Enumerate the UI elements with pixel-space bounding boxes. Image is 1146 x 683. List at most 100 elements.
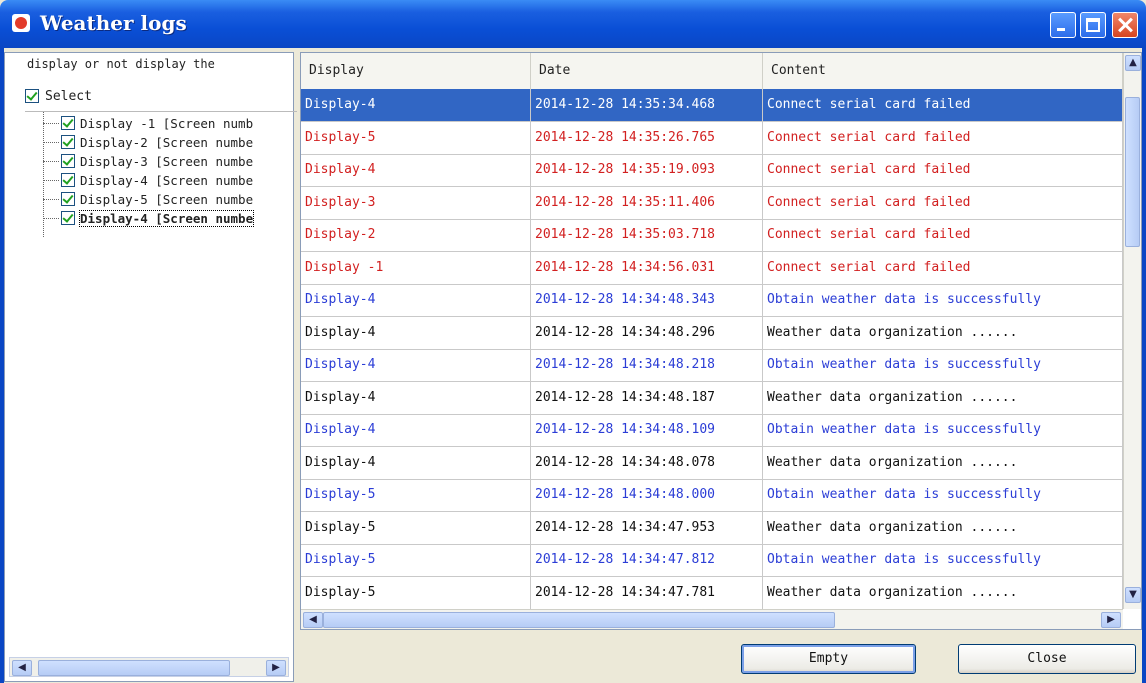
tree-item-display-4[interactable]: Display-4 [Screen numbe: [42, 171, 254, 189]
cell-content: Obtain weather data is successfully: [763, 479, 1123, 511]
column-header-display[interactable]: Display: [301, 53, 531, 89]
cell-content: Connect serial card failed: [763, 219, 1123, 251]
table-row[interactable]: Display-2 2014-12-28 14:35:03.718 Connect …: [301, 219, 1123, 252]
cell-date: 2014-12-28 14:35:26.765: [531, 121, 763, 154]
scroll-up-icon[interactable]: ▲: [1125, 55, 1141, 71]
cell-display: Display-4: [301, 89, 531, 121]
cell-display: Display-4: [301, 154, 531, 186]
scroll-left-icon[interactable]: ◀: [303, 612, 323, 628]
select-all-checkbox[interactable]: [25, 89, 39, 103]
tree-item-display-5[interactable]: Display-5 [Screen numbe: [42, 190, 254, 208]
table-row[interactable]: Display-5 2014-12-28 14:34:47.953 Weather …: [301, 511, 1123, 545]
cell-content: Connect serial card failed: [763, 186, 1123, 219]
empty-button[interactable]: Empty: [741, 644, 916, 674]
table-row[interactable]: Display-4 2014-12-28 14:34:48.343 Obtain w…: [301, 284, 1123, 317]
cell-date: 2014-12-28 14:35:19.093: [531, 154, 763, 186]
cell-date: 2014-12-28 14:34:48.343: [531, 284, 763, 316]
scroll-right-icon[interactable]: ▶: [1101, 612, 1121, 628]
cell-date: 2014-12-28 14:34:47.812: [531, 544, 763, 576]
tree-item-display-2[interactable]: Display-2 [Screen numbe: [42, 133, 254, 151]
display-filter-panel: display or not display the Select Displa…: [4, 52, 297, 682]
cell-date: 2014-12-28 14:34:47.953: [531, 511, 763, 544]
cell-display: Display-4: [301, 316, 531, 349]
table-row[interactable]: Display -1 2014-12-28 14:34:56.031 Connect…: [301, 251, 1123, 285]
table-row[interactable]: Display-5 2014-12-28 14:34:47.812 Obtain w…: [301, 544, 1123, 577]
cell-display: Display-5: [301, 479, 531, 511]
tree-item-display-3[interactable]: Display-3 [Screen numbe: [42, 152, 254, 170]
cell-content: Weather data organization ......: [763, 381, 1123, 414]
display-checkbox[interactable]: [61, 135, 75, 149]
table-row[interactable]: Display-4 2014-12-28 14:35:19.093 Connect …: [301, 154, 1123, 187]
table-row[interactable]: Display-4 2014-12-28 14:34:48.296 Weather …: [301, 316, 1123, 350]
tree-item-display-4-selected[interactable]: Display-4 [Screen numbe: [42, 209, 255, 227]
table-row[interactable]: Display-5 2014-12-28 14:34:48.000 Obtain w…: [301, 479, 1123, 512]
select-all-row[interactable]: Select: [25, 85, 92, 107]
tree-item-label: Display -1 [Screen numb: [80, 115, 254, 131]
cell-display: Display-5: [301, 511, 531, 544]
column-header-content[interactable]: Content: [763, 53, 1123, 89]
cell-date: 2014-12-28 14:35:34.468: [531, 89, 763, 121]
cell-display: Display-4: [301, 414, 531, 446]
table-row[interactable]: Display-4 2014-12-28 14:34:48.109 Obtain w…: [301, 414, 1123, 447]
maximize-button[interactable]: [1080, 12, 1106, 38]
cell-date: 2014-12-28 14:34:48.109: [531, 414, 763, 446]
scrollbar-thumb[interactable]: [323, 612, 835, 628]
cell-display: Display-4: [301, 349, 531, 381]
cell-date: 2014-12-28 14:34:56.031: [531, 251, 763, 284]
display-checkbox[interactable]: [61, 192, 75, 206]
scrollbar-thumb[interactable]: [38, 660, 230, 676]
table-row[interactable]: Display-5 2014-12-28 14:35:26.765 Connect …: [301, 121, 1123, 155]
close-window-button[interactable]: [1112, 12, 1138, 38]
cell-content: Obtain weather data is successfully: [763, 414, 1123, 446]
close-button[interactable]: Close: [958, 644, 1136, 674]
cell-display: Display-5: [301, 544, 531, 576]
display-checkbox[interactable]: [61, 173, 75, 187]
minimize-button[interactable]: [1050, 12, 1076, 38]
table-row[interactable]: Display-4 2014-12-28 14:34:48.187 Weather …: [301, 381, 1123, 415]
title-bar[interactable]: Weather logs: [0, 0, 1146, 48]
cell-date: 2014-12-28 14:35:11.406: [531, 186, 763, 219]
app-icon: [12, 14, 30, 32]
cell-date: 2014-12-28 14:34:48.000: [531, 479, 763, 511]
column-header-date[interactable]: Date: [531, 53, 763, 89]
select-all-label: Select: [45, 88, 92, 104]
cell-display: Display-4: [301, 381, 531, 414]
cell-date: 2014-12-28 14:34:48.218: [531, 349, 763, 381]
cell-content: Connect serial card failed: [763, 89, 1123, 121]
display-checkbox[interactable]: [61, 116, 75, 130]
left-horizontal-scrollbar[interactable]: ◀ ▶: [9, 657, 289, 677]
table-horizontal-scrollbar[interactable]: ◀ ▶: [301, 609, 1123, 629]
scroll-down-icon[interactable]: ▼: [1125, 587, 1141, 603]
table-vertical-scrollbar[interactable]: ▲ ▼: [1123, 53, 1141, 609]
table-row[interactable]: Display-4 2014-12-28 14:34:48.218 Obtain w…: [301, 349, 1123, 382]
tree-item-label: Display-4 [Screen numbe: [78, 209, 255, 227]
scrollbar-thumb[interactable]: [1125, 97, 1140, 247]
cell-date: 2014-12-28 14:34:48.296: [531, 316, 763, 349]
table-row[interactable]: Display-3 2014-12-28 14:35:11.406 Connect …: [301, 186, 1123, 220]
tree-item-label: Display-5 [Screen numbe: [80, 191, 254, 207]
table-row[interactable]: Display-5 2014-12-28 14:34:47.781 Weather …: [301, 576, 1123, 610]
weather-logs-window: Weather logs display or not display the …: [0, 0, 1146, 683]
tree-item-display-1[interactable]: Display -1 [Screen numb: [42, 114, 254, 132]
display-tree: Display -1 [Screen numb Display-2 [Scree…: [25, 111, 297, 312]
tree-item-label: Display-3 [Screen numbe: [80, 153, 254, 169]
tree-item-label: Display-2 [Screen numbe: [80, 134, 254, 150]
cell-content: Obtain weather data is successfully: [763, 544, 1123, 576]
display-checkbox[interactable]: [61, 211, 75, 225]
cell-date: 2014-12-28 14:35:03.718: [531, 219, 763, 251]
cell-content: Weather data organization ......: [763, 316, 1123, 349]
cell-display: Display-4: [301, 446, 531, 479]
cell-content: Obtain weather data is successfully: [763, 284, 1123, 316]
cell-display: Display-4: [301, 284, 531, 316]
table-row[interactable]: Display-4 2014-12-28 14:35:34.468 Connect …: [301, 89, 1123, 122]
scroll-right-icon[interactable]: ▶: [266, 660, 286, 676]
cell-display: Display -1: [301, 251, 531, 284]
table-row[interactable]: Display-4 2014-12-28 14:34:48.078 Weather …: [301, 446, 1123, 480]
cell-display: Display-3: [301, 186, 531, 219]
tree-item-label: Display-4 [Screen numbe: [80, 172, 254, 188]
scroll-left-icon[interactable]: ◀: [12, 660, 32, 676]
cell-content: Connect serial card failed: [763, 251, 1123, 284]
cell-content: Obtain weather data is successfully: [763, 349, 1123, 381]
cell-content: Weather data organization ......: [763, 446, 1123, 479]
display-checkbox[interactable]: [61, 154, 75, 168]
